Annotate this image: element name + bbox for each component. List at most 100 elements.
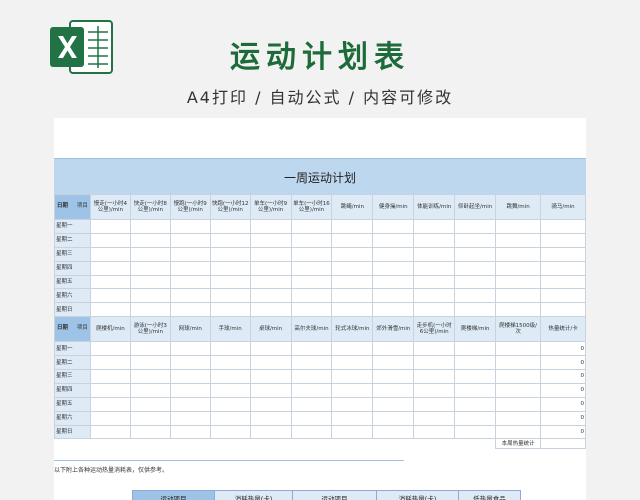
entry-cell[interactable]: [89, 369, 131, 384]
entry-cell[interactable]: [454, 232, 497, 248]
entry-cell[interactable]: [169, 341, 211, 357]
entry-cell[interactable]: [209, 219, 251, 234]
entry-cell[interactable]: [290, 382, 333, 398]
entry-cell[interactable]: [331, 246, 374, 262]
entry-cell[interactable]: [209, 369, 251, 384]
entry-cell[interactable]: [89, 355, 131, 371]
entry-cell[interactable]: [89, 274, 131, 290]
entry-cell[interactable]: [89, 232, 131, 248]
entry-cell[interactable]: [209, 260, 251, 276]
entry-cell[interactable]: [290, 302, 333, 318]
entry-cell[interactable]: [209, 341, 251, 357]
entry-cell[interactable]: [372, 302, 415, 318]
entry-cell[interactable]: [413, 410, 456, 426]
entry-cell[interactable]: [169, 369, 211, 384]
entry-cell[interactable]: [413, 396, 456, 412]
entry-cell[interactable]: [540, 302, 586, 318]
entry-cell[interactable]: [454, 396, 497, 412]
entry-cell[interactable]: [331, 219, 374, 234]
entry-cell[interactable]: [331, 302, 374, 318]
entry-cell[interactable]: [413, 355, 456, 371]
entry-cell[interactable]: [129, 382, 171, 398]
entry-cell[interactable]: [495, 396, 542, 412]
entry-cell[interactable]: [372, 424, 415, 440]
entry-cell[interactable]: [169, 260, 211, 276]
entry-cell[interactable]: [413, 369, 456, 384]
entry-cell[interactable]: [249, 260, 292, 276]
entry-cell[interactable]: [413, 288, 456, 304]
entry-cell[interactable]: [209, 355, 251, 371]
entry-cell[interactable]: [413, 260, 456, 276]
entry-cell[interactable]: [540, 232, 586, 248]
entry-cell[interactable]: [169, 410, 211, 426]
entry-cell[interactable]: [89, 219, 131, 234]
entry-cell[interactable]: [331, 410, 374, 426]
entry-cell[interactable]: [454, 341, 497, 357]
entry-cell[interactable]: [209, 246, 251, 262]
entry-cell[interactable]: [89, 288, 131, 304]
entry-cell[interactable]: [89, 410, 131, 426]
entry-cell[interactable]: [129, 369, 171, 384]
entry-cell[interactable]: [495, 219, 542, 234]
entry-cell[interactable]: [290, 424, 333, 440]
entry-cell[interactable]: [129, 274, 171, 290]
entry-cell[interactable]: [372, 232, 415, 248]
entry-cell[interactable]: [169, 302, 211, 318]
entry-cell[interactable]: [495, 424, 542, 440]
entry-cell[interactable]: [129, 302, 171, 318]
row-total-cell[interactable]: 0: [540, 355, 586, 371]
entry-cell[interactable]: [413, 246, 456, 262]
entry-cell[interactable]: [454, 274, 497, 290]
entry-cell[interactable]: [249, 410, 292, 426]
entry-cell[interactable]: [169, 396, 211, 412]
entry-cell[interactable]: [249, 232, 292, 248]
entry-cell[interactable]: [454, 382, 497, 398]
entry-cell[interactable]: [495, 274, 542, 290]
entry-cell[interactable]: [372, 369, 415, 384]
entry-cell[interactable]: [249, 355, 292, 371]
entry-cell[interactable]: [129, 246, 171, 262]
entry-cell[interactable]: [129, 232, 171, 248]
entry-cell[interactable]: [169, 274, 211, 290]
entry-cell[interactable]: [89, 246, 131, 262]
entry-cell[interactable]: [290, 410, 333, 426]
entry-cell[interactable]: [129, 355, 171, 371]
entry-cell[interactable]: [413, 424, 456, 440]
entry-cell[interactable]: [540, 288, 586, 304]
entry-cell[interactable]: [454, 260, 497, 276]
entry-cell[interactable]: [290, 396, 333, 412]
entry-cell[interactable]: [495, 369, 542, 384]
entry-cell[interactable]: [209, 424, 251, 440]
entry-cell[interactable]: [413, 219, 456, 234]
entry-cell[interactable]: [89, 424, 131, 440]
entry-cell[interactable]: [372, 219, 415, 234]
entry-cell[interactable]: [169, 382, 211, 398]
entry-cell[interactable]: [454, 246, 497, 262]
entry-cell[interactable]: [372, 246, 415, 262]
entry-cell[interactable]: [249, 396, 292, 412]
entry-cell[interactable]: [89, 382, 131, 398]
entry-cell[interactable]: [331, 382, 374, 398]
entry-cell[interactable]: [89, 260, 131, 276]
entry-cell[interactable]: [169, 355, 211, 371]
entry-cell[interactable]: [89, 302, 131, 318]
entry-cell[interactable]: [454, 355, 497, 371]
entry-cell[interactable]: [129, 288, 171, 304]
entry-cell[interactable]: [290, 260, 333, 276]
entry-cell[interactable]: [495, 260, 542, 276]
entry-cell[interactable]: [372, 410, 415, 426]
row-total-cell[interactable]: 0: [540, 396, 586, 412]
entry-cell[interactable]: [209, 382, 251, 398]
entry-cell[interactable]: [129, 410, 171, 426]
entry-cell[interactable]: [249, 369, 292, 384]
entry-cell[interactable]: [372, 288, 415, 304]
entry-cell[interactable]: [129, 396, 171, 412]
entry-cell[interactable]: [331, 232, 374, 248]
entry-cell[interactable]: [290, 232, 333, 248]
entry-cell[interactable]: [540, 260, 586, 276]
entry-cell[interactable]: [169, 219, 211, 234]
entry-cell[interactable]: [540, 219, 586, 234]
entry-cell[interactable]: [249, 288, 292, 304]
entry-cell[interactable]: [290, 246, 333, 262]
entry-cell[interactable]: [331, 260, 374, 276]
